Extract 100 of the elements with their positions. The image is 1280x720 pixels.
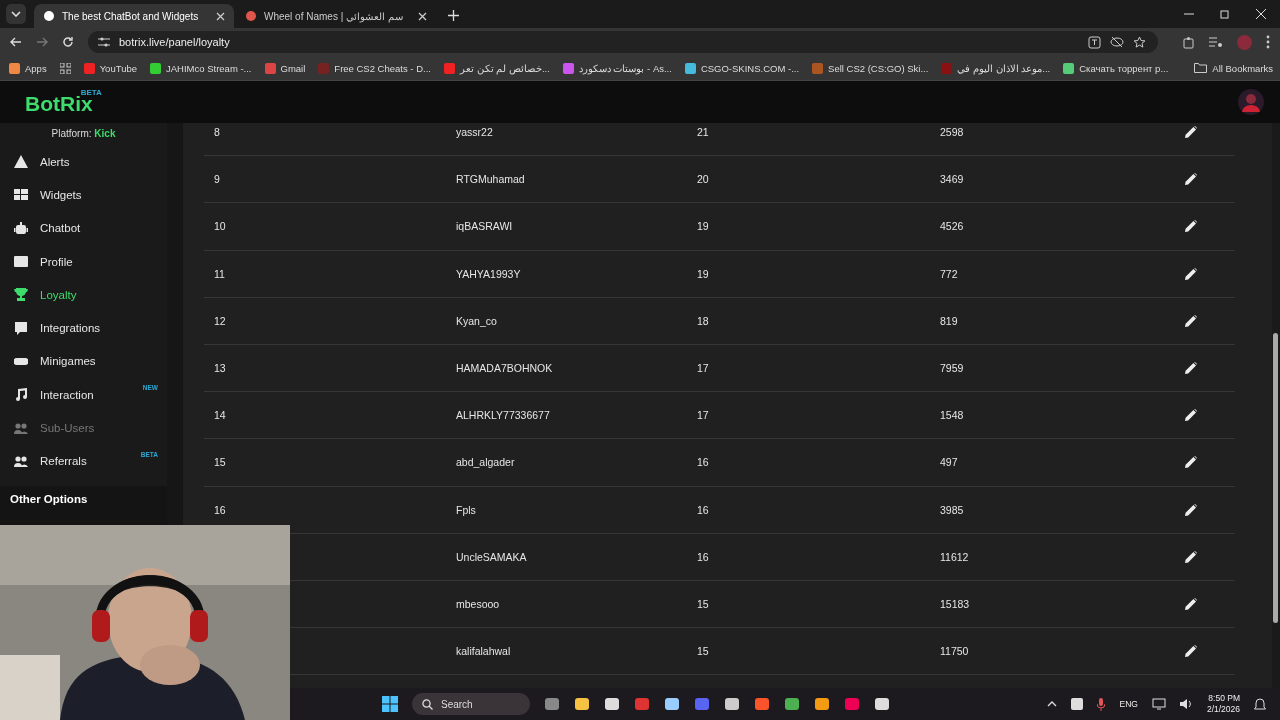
site-icon <box>245 10 257 22</box>
table-cell: 3985 <box>940 503 964 516</box>
bookmark-icon <box>83 62 95 74</box>
table-cell: 18 <box>697 314 709 327</box>
eye-slash-icon[interactable] <box>1110 36 1124 48</box>
bookmark-icon <box>1063 62 1075 74</box>
pencil-icon[interactable] <box>1185 362 1197 375</box>
windows-start-icon[interactable] <box>382 696 398 712</box>
bookmark[interactable]: موعد الاذان اليوم في... <box>941 62 1051 74</box>
bookmark[interactable]: Apps <box>9 62 71 74</box>
close-icon[interactable] <box>216 11 225 21</box>
sidebar-item[interactable]: Profile <box>0 244 167 279</box>
pencil-icon[interactable] <box>1185 173 1197 186</box>
bookmark[interactable]: CSGO-SKINS.COM -... <box>684 62 800 74</box>
table-cell: 15183 <box>940 597 970 610</box>
app-icon[interactable] <box>874 696 890 712</box>
pencil-icon[interactable] <box>1185 409 1197 422</box>
pencil-icon[interactable] <box>1185 267 1197 280</box>
bell-icon[interactable] <box>1254 697 1266 711</box>
pencil-icon[interactable] <box>1185 645 1197 658</box>
all-bookmarks-button[interactable]: All Bookmarks <box>1194 62 1274 74</box>
pencil-icon[interactable] <box>1185 456 1197 469</box>
sidebar-item[interactable]: Widgets <box>0 178 167 212</box>
table-cell: 21 <box>697 126 709 139</box>
sidebar-item[interactable]: Loyalty <box>0 278 167 312</box>
bookmark[interactable]: YouTube <box>83 62 137 74</box>
sidebar-item[interactable]: Integrations <box>0 311 167 345</box>
grid-icon[interactable] <box>59 62 71 74</box>
app-icon[interactable] <box>664 696 680 712</box>
bookmark[interactable]: Скачать торрент р... <box>1063 62 1169 74</box>
app-icon[interactable] <box>784 696 800 712</box>
sidebar-item[interactable]: Minigames <box>0 344 167 379</box>
table-cell: 16 <box>697 503 709 516</box>
microphone-icon[interactable] <box>1097 697 1106 711</box>
table-cell: 15 <box>697 597 709 610</box>
table-cell: 11 <box>214 267 225 280</box>
platform-value: Kick <box>94 128 116 139</box>
table-cell: UncleSAMAKA <box>456 550 527 563</box>
app-icon[interactable] <box>814 696 830 712</box>
table-cell: 15 <box>697 645 709 658</box>
folder-icon <box>1194 63 1208 73</box>
chat-icon <box>14 321 28 335</box>
table-cell: 14 <box>214 409 226 422</box>
user-avatar[interactable] <box>1238 89 1264 115</box>
pencil-icon[interactable] <box>1185 597 1197 610</box>
speaker-icon[interactable] <box>1179 698 1193 710</box>
browser-tab[interactable]: Wheel of Names | سم العشوائي <box>236 4 436 28</box>
table-cell: 15 <box>214 456 226 469</box>
bookmark-icon <box>150 62 161 74</box>
table-cell: Fpls <box>456 503 476 516</box>
table-cell: 4526 <box>940 220 964 233</box>
table-cell: HAMADA7BOHNOK <box>456 362 553 375</box>
app-icon[interactable] <box>604 696 620 712</box>
pencil-icon[interactable] <box>1185 314 1197 327</box>
reload-icon[interactable] <box>62 36 74 48</box>
table-cell: 12 <box>214 314 226 327</box>
menu-icon[interactable] <box>1266 35 1270 49</box>
browser-tab[interactable]: The best ChatBot and Widgets <box>34 4 234 28</box>
table-cell: 16 <box>697 550 709 563</box>
table-cell: 497 <box>940 456 958 469</box>
bookmark[interactable]: Free CS2 Cheats - D... <box>318 62 431 74</box>
close-icon[interactable] <box>418 11 427 21</box>
language-indicator[interactable]: ENG <box>1119 699 1138 709</box>
pencil-icon[interactable] <box>1185 220 1197 233</box>
bookmark[interactable]: Sell CS2 (CS:GO) Ski... <box>812 62 929 74</box>
bookmark-icon <box>443 62 455 74</box>
robot-icon <box>14 221 28 235</box>
restore-icon[interactable] <box>1220 9 1230 19</box>
translate-icon[interactable] <box>1088 35 1101 49</box>
new-tab-icon[interactable] <box>448 10 459 21</box>
table-cell: Kyan_co <box>456 314 497 327</box>
table-cell: 13 <box>214 362 226 375</box>
table-cell: 10 <box>214 220 226 233</box>
tab-list-button[interactable] <box>6 4 26 24</box>
table-cell: 19 <box>697 220 709 233</box>
app-icon[interactable] <box>754 696 770 712</box>
back-icon[interactable] <box>10 36 22 48</box>
app-icon[interactable] <box>574 696 590 712</box>
close-icon[interactable] <box>1256 9 1266 19</box>
clock[interactable]: 8:50 PM 2/1/2026 <box>1206 693 1240 715</box>
scrollbar[interactable] <box>1273 333 1278 623</box>
bookmark[interactable]: بوستات دسكورد - As... <box>562 62 672 74</box>
pencil-icon[interactable] <box>1185 503 1197 516</box>
sidebar-item[interactable]: Alerts <box>0 145 167 179</box>
chevron-down-icon <box>11 11 21 17</box>
chevron-up-icon[interactable] <box>1047 701 1058 707</box>
star-icon[interactable] <box>1133 35 1146 49</box>
forward-icon[interactable] <box>36 36 48 48</box>
search-field[interactable]: Search <box>412 693 530 715</box>
bookmark[interactable]: خصائص لم تكن تعر... <box>443 62 550 74</box>
sidebar-item[interactable]: Chatbot <box>0 211 167 245</box>
pencil-icon[interactable] <box>1185 126 1197 139</box>
bookmark[interactable]: JAHIMco Stream -... <box>150 62 252 74</box>
address-bar[interactable]: botrix.live/panel/loyalty <box>88 31 1158 53</box>
app-icon[interactable] <box>724 696 740 712</box>
pencil-icon[interactable] <box>1185 550 1197 563</box>
table-cell: 772 <box>940 267 958 280</box>
bookmark-icon <box>562 62 574 74</box>
bookmark[interactable]: Gmail <box>264 62 306 74</box>
table-cell: 17 <box>697 409 709 422</box>
